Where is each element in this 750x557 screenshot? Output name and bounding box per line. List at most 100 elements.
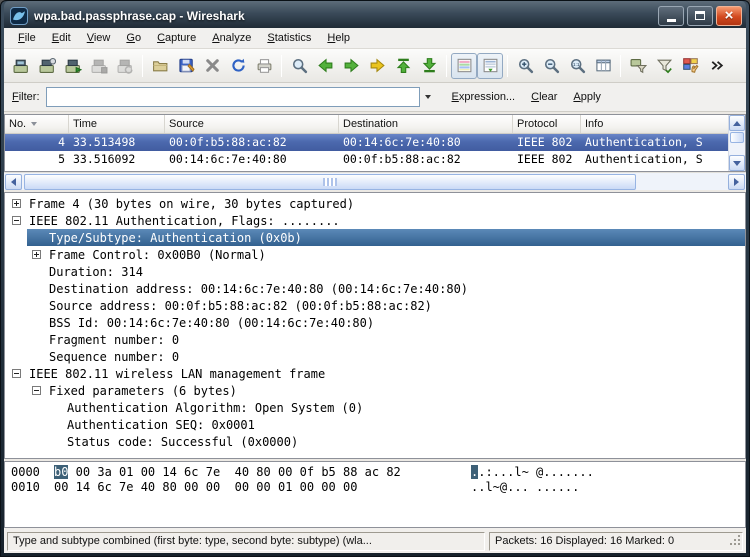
expand-plus-icon[interactable] — [32, 250, 41, 259]
capture-restart-button[interactable] — [112, 53, 138, 79]
packet-list-vscrollbar[interactable] — [728, 115, 745, 171]
tree-row-label: Duration: 314 — [49, 265, 143, 279]
tree-row-label: Fragment number: 0 — [49, 333, 179, 347]
tree-row[interactable]: IEEE 802.11 Authentication, Flags: .....… — [5, 212, 745, 229]
go-forward-button[interactable] — [338, 53, 364, 79]
close-button[interactable]: × — [716, 6, 742, 26]
menu-view[interactable]: View — [79, 29, 119, 47]
menu-edit[interactable]: Edit — [44, 29, 79, 47]
coloring-rules-icon — [682, 57, 699, 74]
expand-plus-icon[interactable] — [12, 199, 21, 208]
save-as-button[interactable] — [173, 53, 199, 79]
resize-grip[interactable] — [729, 534, 741, 549]
filter-input[interactable] — [46, 87, 420, 107]
packet-list-pane: No. Time SourceDestinationProtocolInfo 433… — [4, 114, 746, 172]
hex-row[interactable]: 001000 14 6c 7e 40 80 00 00 00 00 01 00 … — [11, 480, 745, 495]
tree-row[interactable]: Fixed parameters (6 bytes) — [5, 382, 745, 399]
capture-start-icon — [65, 57, 82, 74]
column-header-source[interactable]: Source — [165, 115, 339, 133]
tree-row-label: Fixed parameters (6 bytes) — [49, 384, 237, 398]
apply-button[interactable]: Apply — [565, 88, 609, 106]
hscroll-thumb[interactable] — [24, 174, 636, 190]
collapse-minus-icon[interactable] — [12, 369, 21, 378]
expression-button[interactable]: Expression... — [444, 88, 524, 106]
zoom-100-button[interactable]: 1:1 — [564, 53, 590, 79]
tree-row[interactable]: Destination address: 00:14:6c:7e:40:80 (… — [5, 280, 745, 297]
menubar: FileEditViewGoCaptureAnalyzeStatisticsHe… — [4, 28, 746, 49]
column-header-no[interactable]: No. — [5, 115, 69, 133]
chevron-down-icon — [425, 95, 431, 99]
toolbar-overflow-button[interactable] — [703, 53, 729, 79]
minimize-button[interactable] — [658, 6, 684, 26]
reload-icon — [230, 57, 247, 74]
column-label: Time — [73, 118, 97, 130]
packet-list-hscrollbar[interactable] — [4, 172, 746, 190]
tree-row[interactable]: Duration: 314 — [5, 263, 745, 280]
scroll-down-button[interactable] — [729, 155, 745, 171]
clear-button[interactable]: Clear — [523, 88, 565, 106]
scroll-right-button[interactable] — [728, 174, 745, 190]
zoom-out-button[interactable] — [538, 53, 564, 79]
autoscroll-toggle[interactable] — [477, 53, 503, 79]
menu-help[interactable]: Help — [319, 29, 358, 47]
reload-button[interactable] — [225, 53, 251, 79]
go-to-packet-button[interactable] — [364, 53, 390, 79]
close-file-button[interactable] — [199, 53, 225, 79]
collapse-minus-icon[interactable] — [32, 386, 41, 395]
scroll-left-button[interactable] — [5, 174, 22, 190]
tree-row[interactable]: IEEE 802.11 wireless LAN management fram… — [5, 365, 745, 382]
menu-statistics[interactable]: Statistics — [259, 29, 319, 47]
tree-row[interactable]: Authentication SEQ: 0x0001 — [5, 416, 745, 433]
go-to-top-button[interactable] — [390, 53, 416, 79]
column-header-info[interactable]: Info — [581, 115, 732, 133]
tree-row[interactable]: Status code: Successful (0x0000) — [5, 433, 745, 450]
menu-analyze[interactable]: Analyze — [204, 29, 259, 47]
tree-row[interactable]: Fragment number: 0 — [5, 331, 745, 348]
capture-start-button[interactable] — [60, 53, 86, 79]
menu-go[interactable]: Go — [118, 29, 149, 47]
go-top-icon — [395, 57, 412, 74]
hscroll-track[interactable] — [23, 174, 727, 190]
selected-byte: b0 — [54, 465, 68, 479]
tree-row-label: Status code: Successful (0x0000) — [67, 435, 298, 449]
column-header-time[interactable]: Time — [69, 115, 165, 133]
open-file-button[interactable] — [147, 53, 173, 79]
capture-stop-button[interactable] — [86, 53, 112, 79]
tree-row[interactable]: Sequence number: 0 — [5, 348, 745, 365]
vscroll-thumb[interactable] — [730, 132, 744, 143]
coloring-rules-button[interactable] — [677, 53, 703, 79]
capture-filter-button[interactable] — [625, 53, 651, 79]
menu-capture[interactable]: Capture — [149, 29, 204, 47]
tree-row[interactable]: Type/Subtype: Authentication (0x0b) — [27, 229, 745, 246]
tree-row[interactable]: Frame 4 (30 bytes on wire, 30 bytes capt… — [5, 195, 745, 212]
tree-row-label: Frame 4 (30 bytes on wire, 30 bytes capt… — [29, 197, 354, 211]
filter-history-dropdown[interactable] — [420, 87, 436, 107]
capture-stop-icon — [91, 57, 108, 74]
collapse-minus-icon[interactable] — [12, 216, 21, 225]
menu-file[interactable]: File — [10, 29, 44, 47]
go-back-button[interactable] — [312, 53, 338, 79]
scroll-up-button[interactable] — [729, 115, 745, 131]
find-packet-button[interactable] — [286, 53, 312, 79]
resize-columns-button[interactable] — [590, 53, 616, 79]
packet-row[interactable]: 533.51609200:14:6c:7e:40:8000:0f:b5:88:a… — [5, 151, 745, 168]
packet-row[interactable]: 433.51349800:0f:b5:88:ac:8200:14:6c:7e:4… — [5, 134, 745, 151]
colorize-toggle[interactable] — [451, 53, 477, 79]
column-header-protocol[interactable]: Protocol — [513, 115, 581, 133]
svg-text:1:1: 1:1 — [572, 62, 579, 68]
list-interfaces-button[interactable] — [8, 53, 34, 79]
hex-row[interactable]: 0000b0 00 3a 01 00 14 6c 7e 40 80 00 0f … — [11, 465, 745, 480]
zoom-in-button[interactable] — [512, 53, 538, 79]
print-button[interactable] — [251, 53, 277, 79]
capture-options-button[interactable] — [34, 53, 60, 79]
go-to-bottom-button[interactable] — [416, 53, 442, 79]
packet-counts-text: Packets: 16 Displayed: 16 Marked: 0 — [495, 535, 674, 547]
tree-row[interactable]: Authentication Algorithm: Open System (0… — [5, 399, 745, 416]
toolbar-separator — [142, 55, 143, 77]
tree-row[interactable]: Frame Control: 0x00B0 (Normal) — [5, 246, 745, 263]
display-filter-button[interactable] — [651, 53, 677, 79]
tree-row[interactable]: Source address: 00:0f:b5:88:ac:82 (00:0f… — [5, 297, 745, 314]
maximize-button[interactable] — [687, 6, 713, 26]
tree-row[interactable]: BSS Id: 00:14:6c:7e:40:80 (00:14:6c:7e:4… — [5, 314, 745, 331]
column-header-destination[interactable]: Destination — [339, 115, 513, 133]
